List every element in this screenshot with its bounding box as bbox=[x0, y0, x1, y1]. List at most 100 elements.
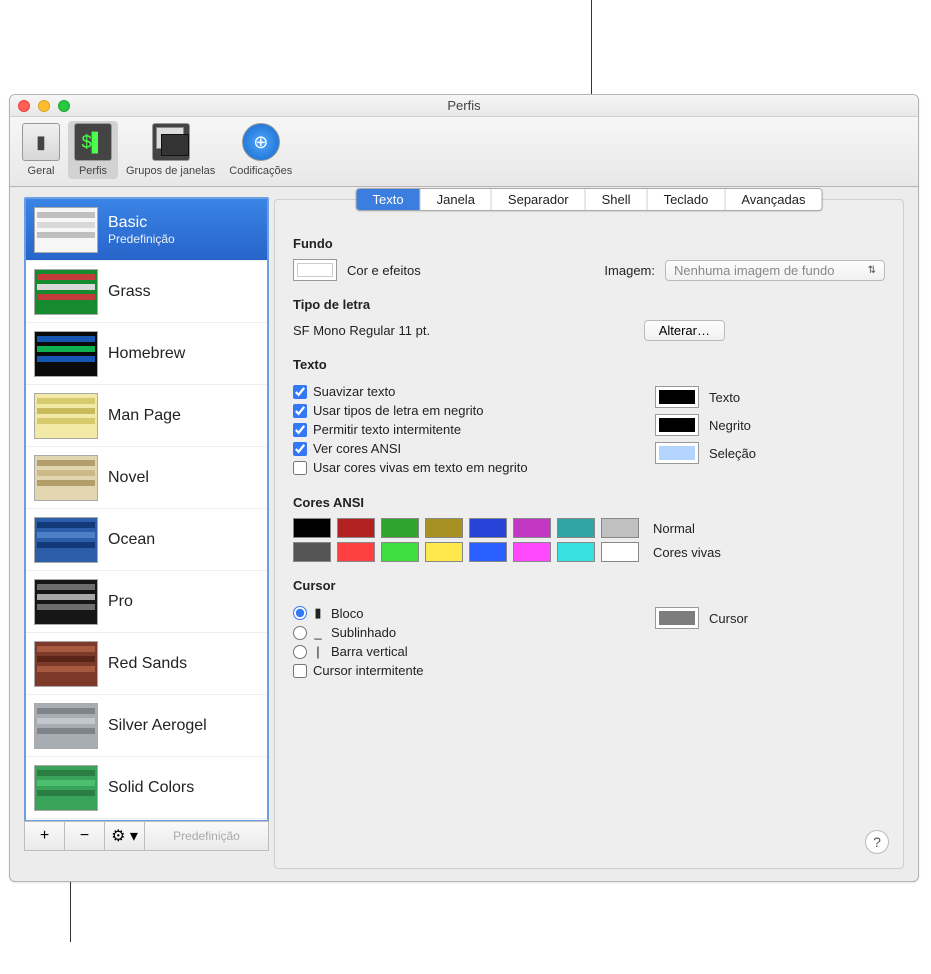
globe-icon: ⊕ bbox=[242, 123, 280, 161]
ansi-color-well[interactable] bbox=[557, 518, 595, 538]
window-title: Perfis bbox=[70, 98, 858, 113]
tab-janela[interactable]: Janela bbox=[421, 189, 492, 210]
tab-avançadas[interactable]: Avançadas bbox=[725, 189, 821, 210]
terminal-icon: $▌ bbox=[74, 123, 112, 161]
profile-item-grass[interactable]: Grass bbox=[26, 261, 267, 323]
content: TextoJanelaSeparadorShellTecladoAvançada… bbox=[270, 187, 918, 881]
selection-color-well[interactable] bbox=[655, 442, 699, 464]
cursor-section: ▮Bloco _Sublinhado |Barra vertical Curso… bbox=[293, 601, 885, 682]
profile-item-basic[interactable]: BasicPredefinição bbox=[26, 199, 267, 261]
sidebar: BasicPredefiniçãoGrassHomebrewMan PageNo… bbox=[10, 187, 270, 881]
tabs: TextoJanelaSeparadorShellTecladoAvançada… bbox=[356, 188, 823, 211]
underline-cursor-icon: _ bbox=[313, 625, 323, 640]
profile-thumbnail bbox=[34, 393, 98, 439]
ansi-color-well[interactable] bbox=[381, 518, 419, 538]
ansi-color-well[interactable] bbox=[337, 518, 375, 538]
check-suavizar[interactable]: Suavizar texto bbox=[293, 384, 625, 399]
tab-teclado[interactable]: Teclado bbox=[648, 189, 726, 210]
ansi-vivas-row: Cores vivas bbox=[293, 542, 885, 562]
profile-item-silver-aerogel[interactable]: Silver Aerogel bbox=[26, 695, 267, 757]
toolbar-item-geral[interactable]: ▮ Geral bbox=[16, 121, 66, 179]
ansi-color-well[interactable] bbox=[293, 518, 331, 538]
negrito-color-label: Negrito bbox=[709, 418, 751, 433]
set-default-button[interactable]: Predefinição bbox=[145, 822, 268, 850]
text-color-well[interactable] bbox=[655, 386, 699, 408]
profile-name: Pro bbox=[108, 593, 133, 611]
profile-thumbnail bbox=[34, 765, 98, 811]
ansi-color-well[interactable] bbox=[601, 518, 639, 538]
toolbar-item-perfis[interactable]: $▌ Perfis bbox=[68, 121, 118, 179]
profile-thumbnail bbox=[34, 269, 98, 315]
remove-profile-button[interactable]: − bbox=[65, 822, 105, 850]
background-image-popup[interactable]: Nenhuma imagem de fundo ⇅ bbox=[665, 260, 885, 281]
cursor-color-label: Cursor bbox=[709, 611, 748, 626]
ansi-color-well[interactable] bbox=[513, 542, 551, 562]
ansi-color-well[interactable] bbox=[425, 542, 463, 562]
tab-separador[interactable]: Separador bbox=[492, 189, 586, 210]
profile-name: Man Page bbox=[108, 407, 181, 425]
ansi-color-well[interactable] bbox=[469, 542, 507, 562]
check-ansi[interactable]: Ver cores ANSI bbox=[293, 441, 625, 456]
chevron-updown-icon: ⇅ bbox=[868, 265, 876, 276]
profile-item-solid-colors[interactable]: Solid Colors bbox=[26, 757, 267, 819]
zoom-button[interactable] bbox=[58, 100, 70, 112]
close-button[interactable] bbox=[18, 100, 30, 112]
bold-color-well[interactable] bbox=[655, 414, 699, 436]
profile-list[interactable]: BasicPredefiniçãoGrassHomebrewMan PageNo… bbox=[24, 197, 269, 822]
ansi-color-well[interactable] bbox=[381, 542, 419, 562]
profile-item-man-page[interactable]: Man Page bbox=[26, 385, 267, 447]
ansi-color-well[interactable] bbox=[601, 542, 639, 562]
radio-barra[interactable]: |Barra vertical bbox=[293, 644, 625, 659]
ansi-label: Cores vivas bbox=[653, 545, 721, 560]
profile-subtitle: Predefinição bbox=[108, 232, 175, 246]
ansi-color-well[interactable] bbox=[469, 518, 507, 538]
toolbar-item-codificacoes[interactable]: ⊕ Codificações bbox=[223, 121, 298, 179]
change-font-button[interactable]: Alterar… bbox=[644, 320, 725, 341]
profile-name: Novel bbox=[108, 469, 149, 487]
check-intermitente[interactable]: Permitir texto intermitente bbox=[293, 422, 625, 437]
check-negrito[interactable]: Usar tipos de letra em negrito bbox=[293, 403, 625, 418]
profile-item-ocean[interactable]: Ocean bbox=[26, 509, 267, 571]
profile-actions-menu[interactable]: ⚙︎ ▾ bbox=[105, 822, 145, 850]
ansi-color-well[interactable] bbox=[557, 542, 595, 562]
imagem-label: Imagem: bbox=[604, 263, 655, 278]
radio-bloco[interactable]: ▮Bloco bbox=[293, 605, 625, 621]
profile-item-homebrew[interactable]: Homebrew bbox=[26, 323, 267, 385]
profile-thumbnail bbox=[34, 207, 98, 253]
check-cursor-intermitente[interactable]: Cursor intermitente bbox=[293, 663, 625, 678]
profile-thumbnail bbox=[34, 641, 98, 687]
radio-sublinhado[interactable]: _Sublinhado bbox=[293, 625, 625, 640]
profile-name: Silver Aerogel bbox=[108, 717, 207, 735]
minimize-button[interactable] bbox=[38, 100, 50, 112]
block-cursor-icon: ▮ bbox=[313, 605, 323, 621]
fundo-row: Cor e efeitos Imagem: Nenhuma imagem de … bbox=[293, 259, 885, 281]
profile-item-pro[interactable]: Pro bbox=[26, 571, 267, 633]
ansi-color-well[interactable] bbox=[425, 518, 463, 538]
profile-thumbnail bbox=[34, 517, 98, 563]
help-button[interactable]: ? bbox=[865, 830, 889, 854]
heading-cursor: Cursor bbox=[293, 578, 885, 593]
profile-name: Homebrew bbox=[108, 345, 185, 363]
tab-shell[interactable]: Shell bbox=[586, 189, 648, 210]
selecao-color-label: Seleção bbox=[709, 446, 756, 461]
tab-texto[interactable]: Texto bbox=[357, 189, 421, 210]
profile-name: Basic bbox=[108, 214, 175, 232]
ansi-color-well[interactable] bbox=[337, 542, 375, 562]
cursor-color-well[interactable] bbox=[655, 607, 699, 629]
body-area: BasicPredefiniçãoGrassHomebrewMan PageNo… bbox=[10, 187, 918, 881]
profile-item-red-sands[interactable]: Red Sands bbox=[26, 633, 267, 695]
profile-thumbnail bbox=[34, 579, 98, 625]
check-vivas-negrito[interactable]: Usar cores vivas em texto em negrito bbox=[293, 460, 625, 475]
ansi-color-well[interactable] bbox=[513, 518, 551, 538]
profile-name: Red Sands bbox=[108, 655, 187, 673]
ansi-color-well[interactable] bbox=[293, 542, 331, 562]
add-profile-button[interactable]: + bbox=[25, 822, 65, 850]
titlebar: Perfis bbox=[10, 95, 918, 117]
window-groups-icon bbox=[152, 123, 190, 161]
toolbar-item-grupos[interactable]: Grupos de janelas bbox=[120, 121, 221, 179]
sidebar-actions: + − ⚙︎ ▾ Predefinição bbox=[24, 821, 269, 851]
settings-panel: TextoJanelaSeparadorShellTecladoAvançada… bbox=[274, 199, 904, 869]
background-color-well[interactable] bbox=[293, 259, 337, 281]
profile-item-novel[interactable]: Novel bbox=[26, 447, 267, 509]
texto-section: Suavizar texto Usar tipos de letra em ne… bbox=[293, 380, 885, 479]
